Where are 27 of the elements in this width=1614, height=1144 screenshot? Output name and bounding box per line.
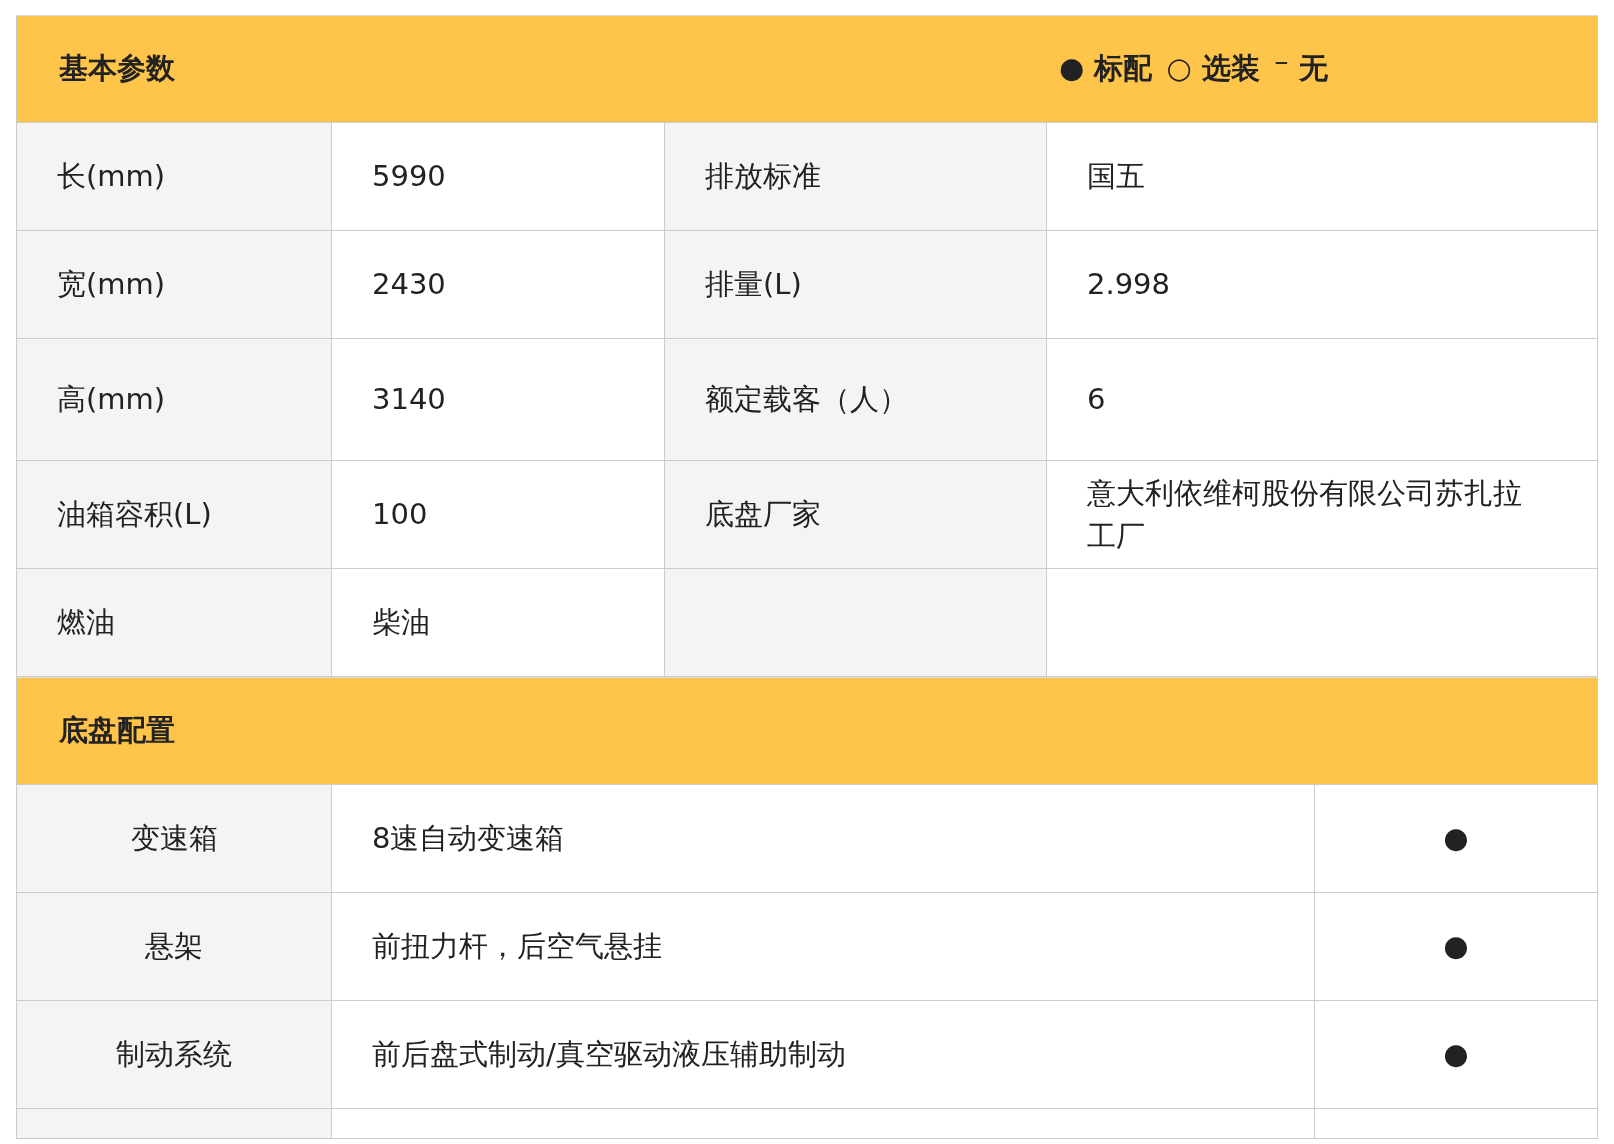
spec-label: 宽(mm) (17, 231, 332, 339)
legend-item: ⁻ 无 (1273, 50, 1329, 87)
spec-label: 额定载客（人） (665, 339, 1047, 461)
spec-value: 国五 (1047, 123, 1598, 231)
spec-value: 前后盘式制动/真空驱动液压辅助制动 (332, 1001, 1315, 1109)
legend-item: ○ 选装 (1166, 50, 1260, 87)
section-title: 基本参数 (58, 50, 175, 87)
spec-label: 燃油 (17, 569, 332, 677)
spec-label: 底盘厂家 (665, 461, 1047, 569)
standard-mark: ● (1315, 1001, 1598, 1109)
spec-label: 制动系统 (17, 1001, 332, 1109)
standard-mark: ● (1315, 893, 1598, 1001)
spec-value: 2.998 (1047, 231, 1598, 339)
section-title: 底盘配置 (58, 712, 175, 749)
spec-value: 前扭力杆，后空气悬挂 (332, 893, 1315, 1001)
spec-label: 长(mm) (17, 123, 332, 231)
spec-value: 6 (1047, 339, 1598, 461)
spec-label: 变速箱 (17, 785, 332, 893)
spec-label: 排量(L) (665, 231, 1047, 339)
spec-label: 高(mm) (17, 339, 332, 461)
legend-item: ● 标配 (1059, 50, 1153, 87)
spec-value: 意大利依维柯股份有限公司苏扎拉工厂 (1047, 461, 1598, 569)
standard-mark: ● (1315, 785, 1598, 893)
spec-value: 8速自动变速箱 (332, 785, 1315, 893)
spec-label: 排放标准 (665, 123, 1047, 231)
spec-label: 油箱容积(L) (17, 461, 332, 569)
spec-label: 悬架 (17, 893, 332, 1001)
